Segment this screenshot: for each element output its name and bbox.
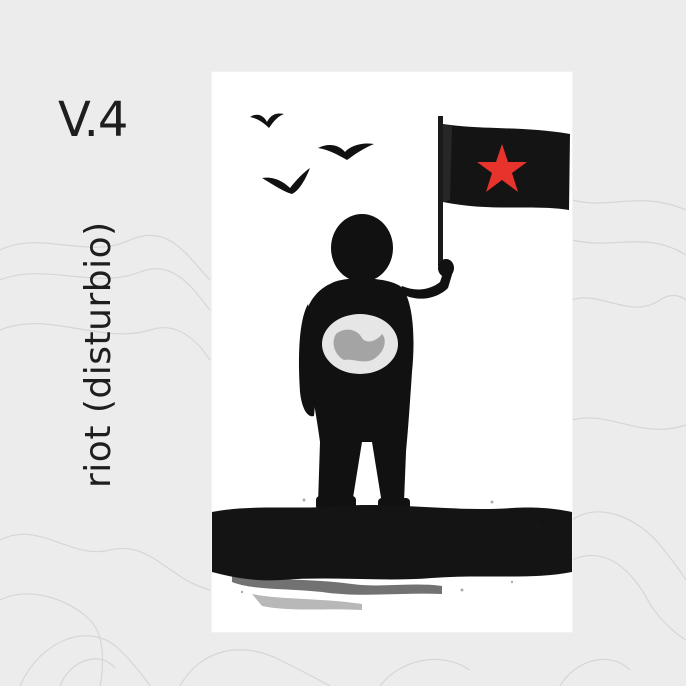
bird-icon: [250, 113, 284, 128]
bird-icon: [318, 143, 374, 160]
flag-icon: [438, 116, 570, 266]
poster-artwork: [212, 72, 572, 632]
bird-icon: [262, 168, 310, 194]
version-label: V.4: [58, 92, 128, 148]
vertical-title: riot (disturbio): [78, 221, 119, 488]
ground-brush: [212, 505, 572, 610]
globe-icon: [322, 314, 398, 374]
